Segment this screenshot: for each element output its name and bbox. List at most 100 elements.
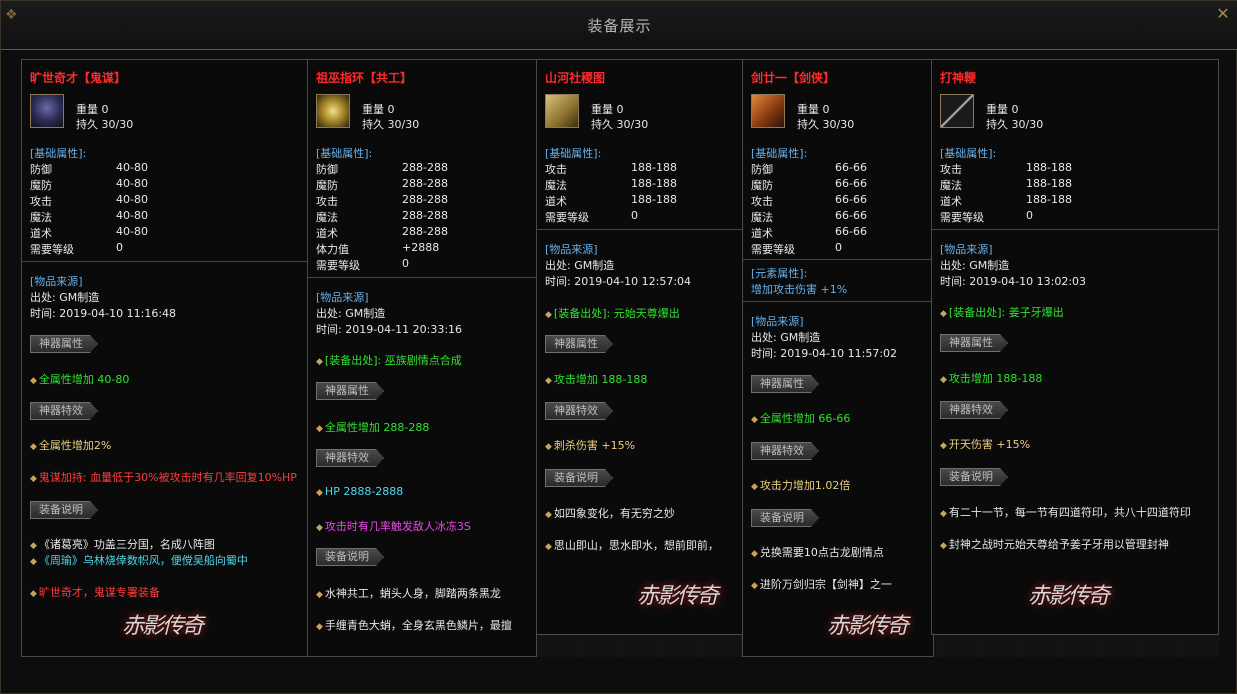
description-line: ◆ 进阶万剑归宗【剑神】之一 — [751, 576, 892, 592]
weight-value: 重量 0 — [76, 103, 109, 116]
description-line: ◆ 思山即山，思水即水，想前即前， — [545, 537, 719, 553]
drop-source-text: [装备出处]: 元始天尊爆出 — [553, 307, 680, 320]
item-name: 打神鞭 — [940, 71, 977, 85]
base-attributes-header: [基础属性]: — [751, 147, 808, 160]
description-text: 《诸葛亮》功盖三分国，名成八阵图 — [38, 538, 215, 551]
artifact-effects-button[interactable]: 神器特效 — [545, 402, 613, 420]
artifact-attribute-text: 攻击增加 188-188 — [553, 373, 648, 386]
attr-name: 攻击 — [30, 195, 52, 208]
ring-item-icon — [316, 94, 350, 128]
attr-name: 道术 — [751, 227, 773, 240]
diamond-bullet-icon: ◆ — [940, 309, 947, 319]
diamond-bullet-icon: ◆ — [30, 589, 37, 599]
artifact-attribute-text: 全属性增加 66-66 — [759, 412, 851, 425]
artifact-attributes-button[interactable]: 神器属性 — [751, 375, 819, 393]
artifact-attribute-line: ◆ 全属性增加 40-80 — [30, 371, 129, 387]
description-text: 有二十一节，每一节有四道符印，共八十四道符印 — [948, 506, 1191, 519]
diamond-bullet-icon: ◆ — [316, 523, 323, 533]
artifact-effects-button[interactable]: 神器特效 — [30, 402, 98, 420]
drop-source-line: ◆ [装备出处]: 元始天尊爆出 — [545, 305, 680, 321]
attr-value: 188-188 — [1026, 193, 1072, 206]
diamond-bullet-icon: ◆ — [316, 590, 323, 600]
description-text: 手缠青色大蛸，全身玄黑色鳞片，最擅 — [324, 619, 512, 632]
base-attributes-header: [基础属性]: — [940, 147, 997, 160]
artifact-attributes-button[interactable]: 神器属性 — [940, 334, 1008, 352]
attr-value: 288-288 — [402, 177, 448, 190]
base-attributes-header: [基础属性]: — [30, 147, 87, 160]
attr-name: 魔防 — [30, 179, 52, 192]
game-logo: 赤影传奇 — [1028, 584, 1110, 609]
title-bar[interactable]: ❖ 装备展示 ✕ — [1, 1, 1237, 50]
attr-value: 40-80 — [116, 161, 148, 174]
equipment-description-button[interactable]: 装备说明 — [940, 468, 1008, 486]
attr-value: 188-188 — [631, 161, 677, 174]
artifact-attribute-line: ◆ 攻击增加 188-188 — [940, 370, 1042, 386]
diamond-bullet-icon: ◆ — [751, 549, 758, 559]
diamond-bullet-icon: ◆ — [545, 542, 552, 552]
equipment-description-button[interactable]: 装备说明 — [30, 501, 98, 519]
game-logo: 赤影传奇 — [637, 584, 719, 609]
effect-text: HP 2888-2888 — [324, 485, 404, 498]
diamond-bullet-icon: ◆ — [940, 375, 947, 385]
diamond-bullet-icon: ◆ — [316, 488, 323, 498]
effect-line: ◆ HP 2888-2888 — [316, 485, 403, 498]
attr-value: 0 — [835, 241, 842, 254]
artifact-effects-button[interactable]: 神器特效 — [940, 401, 1008, 419]
artifact-attributes-button[interactable]: 神器属性 — [545, 335, 613, 353]
source-from: 出处: GM制造 — [545, 259, 615, 272]
diamond-bullet-icon: ◆ — [545, 510, 552, 520]
weight-value: 重量 0 — [986, 103, 1019, 116]
effect-line: ◆ 攻击时有几率触发敌人冰冻3S — [316, 518, 471, 534]
item-tooltip-card: 打神鞭 重量 0 持久 30/30 [基础属性]: 攻击 188-188 魔法 … — [931, 59, 1219, 635]
attr-name: 魔防 — [316, 179, 338, 192]
equipment-description-button[interactable]: 装备说明 — [751, 509, 819, 527]
divider — [22, 261, 310, 262]
divider — [743, 259, 933, 260]
attr-name: 需要等级 — [940, 211, 984, 224]
durability-value: 持久 30/30 — [362, 118, 420, 131]
description-line: ◆ 旷世奇才，鬼谋专署装备 — [30, 584, 160, 600]
attr-value: 188-188 — [1026, 177, 1072, 190]
effect-line: ◆ 开天伤害 +15% — [940, 436, 1030, 452]
equipment-description-button[interactable]: 装备说明 — [545, 469, 613, 487]
attr-name: 魔法 — [751, 211, 773, 224]
attr-name: 道术 — [545, 195, 567, 208]
artifact-attributes-button[interactable]: 神器属性 — [316, 382, 384, 400]
diamond-bullet-icon: ◆ — [30, 557, 37, 567]
window-title: 装备展示 — [587, 17, 652, 35]
equipment-description-button[interactable]: 装备说明 — [316, 548, 384, 566]
source-header: [物品来源] — [30, 275, 83, 288]
artifact-effects-button[interactable]: 神器特效 — [751, 442, 819, 460]
effect-line: ◆ 鬼谋加持: 血量低于30%被攻击时有几率回复10%HP — [30, 469, 297, 485]
attr-value: 40-80 — [116, 177, 148, 190]
description-line: ◆ 《诸葛亮》功盖三分国，名成八阵图 — [30, 536, 215, 552]
attr-name: 攻击 — [940, 163, 962, 176]
source-from: 出处: GM制造 — [940, 259, 1010, 272]
attr-value: 66-66 — [835, 209, 867, 222]
item-tooltip-card: 剑廿一【剑侠】 重量 0 持久 30/30 [基础属性]: 防御 66-66 魔… — [742, 59, 934, 657]
artifact-effects-button[interactable]: 神器特效 — [316, 449, 384, 467]
attr-value: 40-80 — [116, 209, 148, 222]
attr-value: 0 — [116, 241, 123, 254]
description-text: 进阶万剑归宗【剑神】之一 — [759, 578, 892, 591]
attr-value: 66-66 — [835, 177, 867, 190]
source-time: 时间: 2019-04-10 12:57:04 — [545, 275, 692, 288]
sword-item-icon — [751, 94, 785, 128]
weight-value: 重量 0 — [591, 103, 624, 116]
artifact-attributes-button[interactable]: 神器属性 — [30, 335, 98, 353]
attr-name: 需要等级 — [545, 211, 589, 224]
description-line: ◆ 如四象变化，有无穷之妙 — [545, 505, 675, 521]
effect-line: ◆ 攻击力增加1.02倍 — [751, 477, 850, 493]
divider — [537, 229, 743, 230]
attr-value: 0 — [1026, 209, 1033, 222]
attr-name: 攻击 — [316, 195, 338, 208]
source-from: 出处: GM制造 — [30, 291, 100, 304]
close-icon[interactable]: ✕ — [1216, 6, 1230, 22]
source-time: 时间: 2019-04-10 11:57:02 — [751, 347, 898, 360]
attr-value: 40-80 — [116, 193, 148, 206]
game-logo: 赤影传奇 — [827, 614, 909, 639]
item-tooltip-card: 祖巫指环【共工】 重量 0 持久 30/30 [基础属性]: 防御 288-28… — [307, 59, 537, 657]
drop-source-text: [装备出处]: 姜子牙爆出 — [948, 306, 1064, 319]
description-line: ◆ 封神之战时元始天尊给予姜子牙用以管理封神 — [940, 536, 1169, 552]
attr-value: 288-288 — [402, 225, 448, 238]
